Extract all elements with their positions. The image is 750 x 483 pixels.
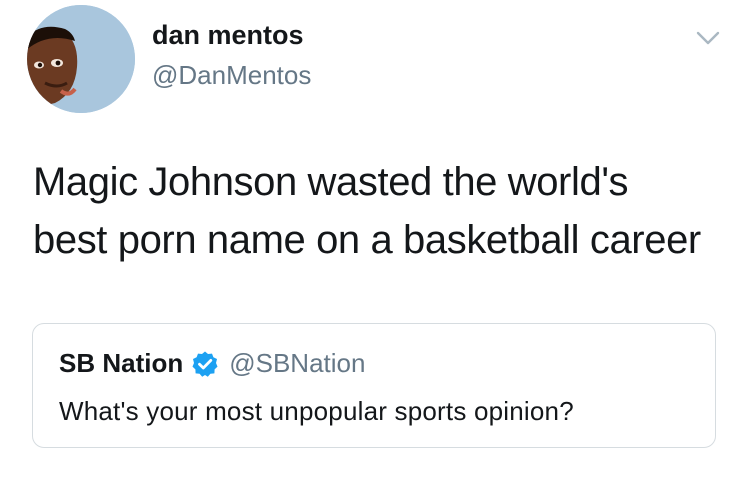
tweet-text-line: best porn name on a basketball career [33, 218, 701, 262]
tweet-text-line: Magic Johnson wasted the world's [33, 160, 629, 204]
tweet: dan mentos @DanMentos Magic Johnson wast… [0, 0, 750, 483]
author-handle[interactable]: @DanMentos [152, 60, 311, 91]
tweet-text: Magic Johnson wasted the world's best po… [33, 153, 733, 269]
quoted-tweet-text: What's your most unpopular sports opinio… [59, 396, 574, 426]
profile-photo-icon [27, 5, 135, 113]
quoted-tweet-header: SB Nation @SBNation [59, 348, 365, 379]
avatar[interactable] [27, 5, 135, 113]
author-display-name[interactable]: dan mentos [152, 20, 304, 51]
verified-badge-icon [191, 350, 219, 378]
quoted-handle: @SBNation [229, 348, 366, 378]
chevron-down-icon[interactable] [695, 28, 721, 48]
quoted-display-name: SB Nation [59, 348, 184, 378]
quoted-tweet-card[interactable]: SB Nation @SBNation What's your most unp… [32, 323, 716, 448]
